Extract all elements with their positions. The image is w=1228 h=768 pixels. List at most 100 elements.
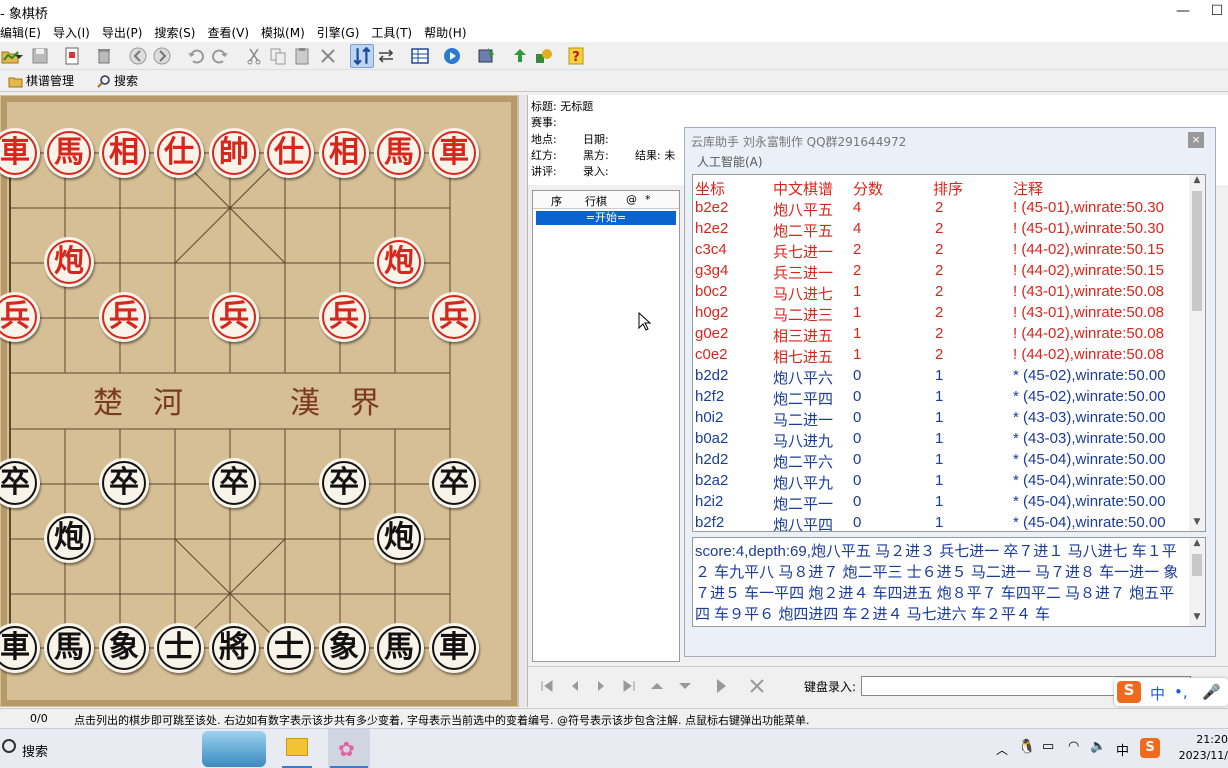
print-icon[interactable] [62, 46, 82, 66]
piece-red-advisor[interactable]: 仕 [154, 128, 204, 178]
wifi-icon[interactable]: ◠ [1068, 739, 1079, 768]
piece-red-general[interactable]: 帥 [209, 128, 259, 178]
menu-help[interactable]: 帮助(H) [418, 24, 472, 41]
volume-icon[interactable]: 🔈 [1090, 739, 1106, 768]
table-row[interactable]: c0e2 相七进五 1 2 ! (44-02),winrate:50.08 [693, 345, 1193, 366]
copy-icon[interactable] [268, 46, 288, 66]
piece-black-general[interactable]: 將 [209, 623, 259, 673]
analysis-text-box[interactable]: score:4,depth:69,炮八平五 马２进３ 兵七进一 卒７进１ 马八进… [692, 537, 1206, 627]
table-row[interactable]: b0c2 马八进七 1 2 ! (43-01),winrate:50.08 [693, 282, 1193, 303]
piece-black-pawn[interactable]: 卒 [0, 458, 40, 508]
minimize-button[interactable]: — [1160, 0, 1206, 22]
piece-black-horse[interactable]: 馬 [374, 623, 424, 673]
move-start-row[interactable]: =开始= [536, 211, 676, 225]
piece-red-pawn[interactable]: 兵 [209, 292, 259, 342]
maximize-button[interactable]: ☐ [1206, 0, 1228, 22]
play-icon[interactable] [442, 46, 462, 66]
scroll-down-icon[interactable]: ▼ [1189, 612, 1205, 626]
undo-icon[interactable] [186, 46, 206, 66]
prev-move-icon[interactable] [566, 677, 584, 695]
piece-red-cannon[interactable]: 炮 [374, 237, 424, 287]
piece-black-pawn[interactable]: 卒 [209, 458, 259, 508]
analysis-scrollbar[interactable]: ▲ ▼ [1189, 538, 1205, 626]
shark-widget-icon[interactable] [202, 731, 266, 767]
taskbar-search[interactable]: 搜索 [0, 729, 200, 768]
table-row[interactable]: h2f2 炮二平四 0 1 * (45-02),winrate:50.00 [693, 387, 1193, 408]
back-icon[interactable] [128, 46, 148, 66]
file-explorer-icon[interactable] [286, 738, 308, 756]
piece-black-pawn[interactable]: 卒 [99, 458, 149, 508]
ime-toolbar[interactable]: S 中 •, 🎤 [1114, 678, 1228, 706]
close-button[interactable]: × [1188, 132, 1204, 148]
penguin-icon[interactable]: 🐧 [1018, 739, 1035, 768]
last-move-icon[interactable] [620, 677, 638, 695]
chevron-up-icon[interactable]: ︿ [996, 741, 1008, 768]
piece-black-pawn[interactable]: 卒 [319, 458, 369, 508]
scroll-thumb[interactable] [1192, 554, 1202, 576]
menu-ai[interactable]: 人工智能(A) [697, 153, 763, 170]
table-row[interactable]: h2i2 炮二平一 0 1 * (45-04),winrate:50.00 [693, 492, 1193, 513]
table-row[interactable]: g3g4 兵三进一 2 2 ! (44-02),winrate:50.15 [693, 261, 1193, 282]
ime-mode[interactable]: 中 [1150, 683, 1165, 704]
piece-red-chariot[interactable]: 車 [0, 128, 40, 178]
upload-icon[interactable] [510, 46, 530, 66]
delete-icon[interactable] [94, 46, 114, 66]
menu-view[interactable]: 查看(V) [201, 24, 255, 41]
table-row[interactable]: b2a2 炮八平九 0 1 * (45-04),winrate:50.00 [693, 471, 1193, 492]
help-icon[interactable]: ? [566, 46, 586, 66]
piece-black-advisor[interactable]: 士 [154, 623, 204, 673]
clock[interactable]: 21:20 2023/11/ [1176, 732, 1228, 764]
piece-black-horse[interactable]: 馬 [44, 623, 94, 673]
table-row[interactable]: b2e2 炮八平五 4 2 ! (45-01),winrate:50.30 [693, 198, 1193, 219]
swap-icon[interactable] [376, 46, 396, 66]
save-icon[interactable] [30, 46, 50, 66]
menu-export[interactable]: 导出(P) [96, 24, 149, 41]
scroll-up-icon[interactable]: ▲ [1189, 175, 1205, 189]
book-icon[interactable] [476, 46, 496, 66]
sogou-tray-icon[interactable]: S [1140, 738, 1160, 758]
close-icon[interactable] [748, 677, 766, 695]
up-icon[interactable] [648, 677, 666, 695]
piece-red-pawn[interactable]: 兵 [429, 292, 479, 342]
table-row[interactable]: h2d2 炮二平六 0 1 * (45-04),winrate:50.00 [693, 450, 1193, 471]
piece-black-advisor[interactable]: 士 [264, 623, 314, 673]
piece-red-horse[interactable]: 馬 [44, 128, 94, 178]
table-row[interactable]: h0i2 马二进一 0 1 * (43-03),winrate:50.00 [693, 408, 1193, 429]
engine-icon[interactable] [534, 46, 554, 66]
xiangqi-board[interactable]: 楚 河 漢 界 車 馬 相 仕 帥 仕 相 馬 車 炮 炮 兵 兵 兵 兵 兵 … [0, 95, 518, 707]
table-row[interactable]: b2d2 炮八平六 0 1 * (45-02),winrate:50.00 [693, 366, 1193, 387]
next-move-icon[interactable] [592, 677, 610, 695]
tab-game-manager[interactable]: 棋谱管理 [6, 72, 84, 91]
candidate-move-table[interactable]: 坐标 中文棋谱 分数 排序 注释 b2e2 炮八平五 4 2 ! (45-01),win… [692, 174, 1206, 532]
scroll-up-icon[interactable]: ▲ [1189, 538, 1205, 552]
xiangqi-app-taskbar-icon[interactable]: ✿ [328, 729, 370, 768]
first-move-icon[interactable] [538, 677, 556, 695]
table-row[interactable]: g0e2 相三进五 1 2 ! (44-02),winrate:50.08 [693, 324, 1193, 345]
piece-black-pawn[interactable]: 卒 [429, 458, 479, 508]
piece-black-chariot[interactable]: 車 [429, 623, 479, 673]
menu-simulate[interactable]: 模拟(M) [255, 24, 311, 41]
table-row[interactable]: c3c4 兵七进一 2 2 ! (44-02),winrate:50.15 [693, 240, 1193, 261]
menu-import[interactable]: 导入(I) [47, 24, 96, 41]
grid-icon[interactable] [410, 46, 430, 66]
menu-search[interactable]: 搜索(S) [148, 24, 201, 41]
paste-icon[interactable] [292, 46, 312, 66]
piece-black-chariot[interactable]: 車 [0, 623, 40, 673]
close-icon[interactable] [318, 46, 338, 66]
table-row[interactable]: h2e2 炮二平五 4 2 ! (45-01),winrate:50.30 [693, 219, 1193, 240]
piece-black-cannon[interactable]: 炮 [374, 513, 424, 563]
redo-icon[interactable] [210, 46, 230, 66]
piece-red-advisor[interactable]: 仕 [264, 128, 314, 178]
piece-red-elephant[interactable]: 相 [99, 128, 149, 178]
menu-tools[interactable]: 工具(T) [365, 24, 418, 41]
piece-black-elephant[interactable]: 象 [319, 623, 369, 673]
down-icon[interactable] [676, 677, 694, 695]
forward-icon[interactable] [152, 46, 172, 66]
chevron-down-icon[interactable] [14, 46, 24, 66]
piece-red-elephant[interactable]: 相 [319, 128, 369, 178]
ime-indicator[interactable]: 中 [1116, 740, 1129, 768]
piece-black-elephant[interactable]: 象 [99, 623, 149, 673]
table-row[interactable]: b2f2 炮八平四 0 1 * (45-04),winrate:50.00 [693, 513, 1193, 531]
piece-red-pawn[interactable]: 兵 [0, 292, 40, 342]
piece-red-cannon[interactable]: 炮 [44, 237, 94, 287]
